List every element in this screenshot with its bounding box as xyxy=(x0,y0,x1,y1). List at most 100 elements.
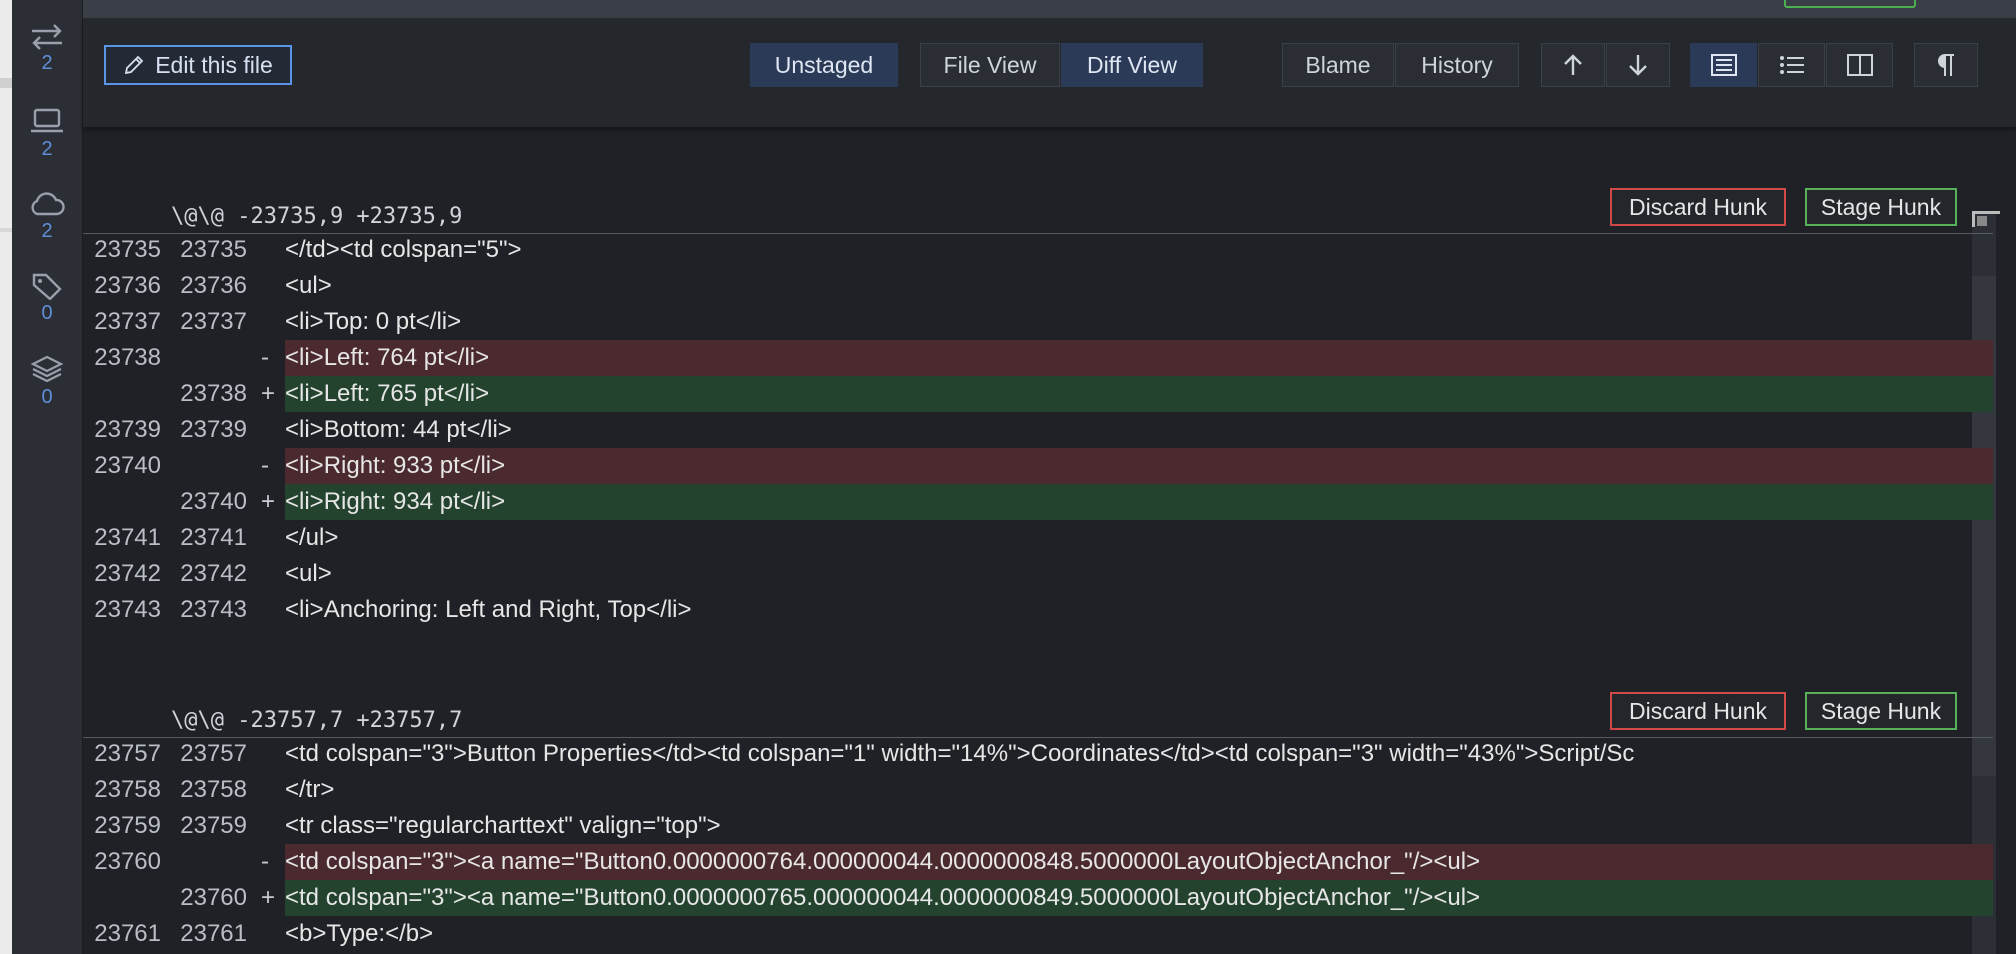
code-text: <td colspan="3"><a name="Button0.0000000… xyxy=(285,880,1993,916)
cloud-icon xyxy=(31,192,65,216)
previous-change-button[interactable] xyxy=(1541,43,1605,87)
unified-view-button[interactable] xyxy=(1690,43,1757,87)
old-line-number: 23739 xyxy=(94,416,161,443)
edit-file-button[interactable]: Edit this file xyxy=(104,45,292,85)
diff-sign xyxy=(261,232,268,268)
new-line-number: 23759 xyxy=(180,812,247,839)
old-line-number: 23761 xyxy=(94,920,161,947)
code-text: </td><td colspan="5"> xyxy=(285,236,522,263)
diff-sign xyxy=(261,736,268,772)
stage-hunk-button[interactable]: Stage Hunk xyxy=(1805,188,1957,226)
sidebar-count-local: 2 xyxy=(41,138,53,160)
diff-sign: - xyxy=(261,452,269,479)
sidebar-count-tags: 0 xyxy=(41,302,53,324)
laptop-icon xyxy=(31,108,63,133)
code-text: <li>Left: 764 pt</li> xyxy=(285,340,1993,376)
list-view-button[interactable] xyxy=(1758,43,1825,87)
tag-icon xyxy=(32,273,62,300)
split-columns-icon xyxy=(1846,54,1873,76)
new-line-number: 23738 xyxy=(180,380,247,407)
diff-sign xyxy=(261,916,268,952)
stage-hunk-label: Stage Hunk xyxy=(1820,193,1942,220)
diff-sign xyxy=(261,304,268,340)
whitespace-toggle-button[interactable] xyxy=(1914,43,1978,87)
new-line-number: 23758 xyxy=(180,776,247,803)
diff-sign: + xyxy=(261,884,276,911)
list-icon xyxy=(1779,56,1804,74)
added-line: 23760 + <td colspan="3"><a name="Button0.0… xyxy=(83,880,1993,916)
diff-line: 23741 23741 </ul> xyxy=(83,520,1993,556)
code-text: <b>Type:</b> xyxy=(285,920,434,947)
sidebar-item-remote[interactable]: 2 xyxy=(12,190,82,243)
new-line-number: 23737 xyxy=(180,308,247,335)
discard-hunk-button[interactable]: Discard Hunk xyxy=(1610,188,1786,226)
code-text: <ul> xyxy=(285,272,332,299)
history-button[interactable]: History xyxy=(1395,43,1519,87)
next-change-button[interactable] xyxy=(1606,43,1670,87)
code-text: <li>Top: 0 pt</li> xyxy=(285,308,462,335)
old-line-number: 23738 xyxy=(94,344,161,371)
old-line-number: 23735 xyxy=(94,236,161,263)
code-text: <td colspan="3">Button Properties</td><t… xyxy=(285,740,1635,767)
diff-sign xyxy=(261,772,268,808)
old-line-number: 23757 xyxy=(94,740,161,767)
diff-view-button[interactable]: Diff View xyxy=(1061,43,1203,87)
diff-toolbar: Edit this file Unstaged File View Diff V… xyxy=(83,19,2016,128)
diff-line: 23736 23736 <ul> xyxy=(83,268,1993,304)
diff-sign: + xyxy=(261,380,276,407)
new-line-number: 23760 xyxy=(180,884,247,911)
pencil-icon xyxy=(125,55,144,75)
left-sidebar: 2 2 2 0 0 xyxy=(12,0,83,954)
file-view-label: File View xyxy=(943,51,1037,78)
diff-sign xyxy=(261,592,268,628)
new-line-number: 23761 xyxy=(180,920,247,947)
unstaged-button[interactable]: Unstaged xyxy=(750,43,898,87)
diff-line: 23759 23759 <tr class="regularcharttext" … xyxy=(83,808,1993,844)
new-line-number: 23740 xyxy=(180,488,247,515)
diff-sign xyxy=(261,556,268,592)
blame-button[interactable]: Blame xyxy=(1282,43,1394,87)
deleted-line: 23738 - <li>Left: 764 pt</li> xyxy=(83,340,1993,376)
window-edge xyxy=(0,0,12,954)
stage-hunk-button[interactable]: Stage Hunk xyxy=(1805,692,1957,730)
hunk-range: \@\@ -23757,7 +23757,7 xyxy=(171,708,463,733)
sidebar-item-changes[interactable]: 2 xyxy=(12,24,82,75)
diff-sign xyxy=(261,268,268,304)
sidebar-item-local[interactable]: 2 xyxy=(12,108,82,161)
sidebar-count-changes: 2 xyxy=(41,52,53,74)
hunk-header: \@\@ -23735,9 +23735,9 Discard Hunk Stag… xyxy=(83,188,1993,234)
diff-line: 23757 23757 <td colspan="3">Button Proper… xyxy=(83,736,1993,772)
added-line: 23740 + <li>Right: 934 pt</li> xyxy=(83,484,1993,520)
new-line-number: 23757 xyxy=(180,740,247,767)
file-view-button[interactable]: File View xyxy=(920,43,1060,87)
code-text: <li>Right: 933 pt</li> xyxy=(285,448,1993,484)
diff-sign xyxy=(261,412,268,448)
diff-sign: - xyxy=(261,848,269,875)
unstaged-label: Unstaged xyxy=(774,51,874,78)
sidebar-item-tags[interactable]: 0 xyxy=(12,272,82,325)
added-line: 23738 + <li>Left: 765 pt</li> xyxy=(83,376,1993,412)
diff-line: 23735 23735 </td><td colspan="5"> xyxy=(83,232,1993,268)
discard-hunk-label: Discard Hunk xyxy=(1628,193,1768,220)
diff-line: 23758 23758 </tr> xyxy=(83,772,1993,808)
split-view-button[interactable] xyxy=(1826,43,1893,87)
new-line-number: 23735 xyxy=(180,236,247,263)
old-line-number: 23758 xyxy=(94,776,161,803)
code-text: </ul> xyxy=(285,524,339,551)
edit-file-label: Edit this file xyxy=(155,51,273,78)
code-text: </tr> xyxy=(285,776,335,803)
new-line-number: 23736 xyxy=(180,272,247,299)
old-line-number: 23740 xyxy=(94,452,161,479)
old-line-number: 23741 xyxy=(94,524,161,551)
arrow-up-icon xyxy=(1564,54,1582,75)
new-line-number: 23742 xyxy=(180,560,247,587)
old-line-number: 23760 xyxy=(94,848,161,875)
code-text: <li>Left: 765 pt</li> xyxy=(285,376,1993,412)
old-line-number: 23736 xyxy=(94,272,161,299)
code-text: <ul> xyxy=(285,560,332,587)
sidebar-item-stashes[interactable]: 0 xyxy=(12,354,82,409)
diff-line: 23743 23743 <li>Anchoring: Left and Right… xyxy=(83,592,1993,628)
new-line-number: 23739 xyxy=(180,416,247,443)
discard-hunk-button[interactable]: Discard Hunk xyxy=(1610,692,1786,730)
unified-diff-icon xyxy=(1710,54,1737,76)
